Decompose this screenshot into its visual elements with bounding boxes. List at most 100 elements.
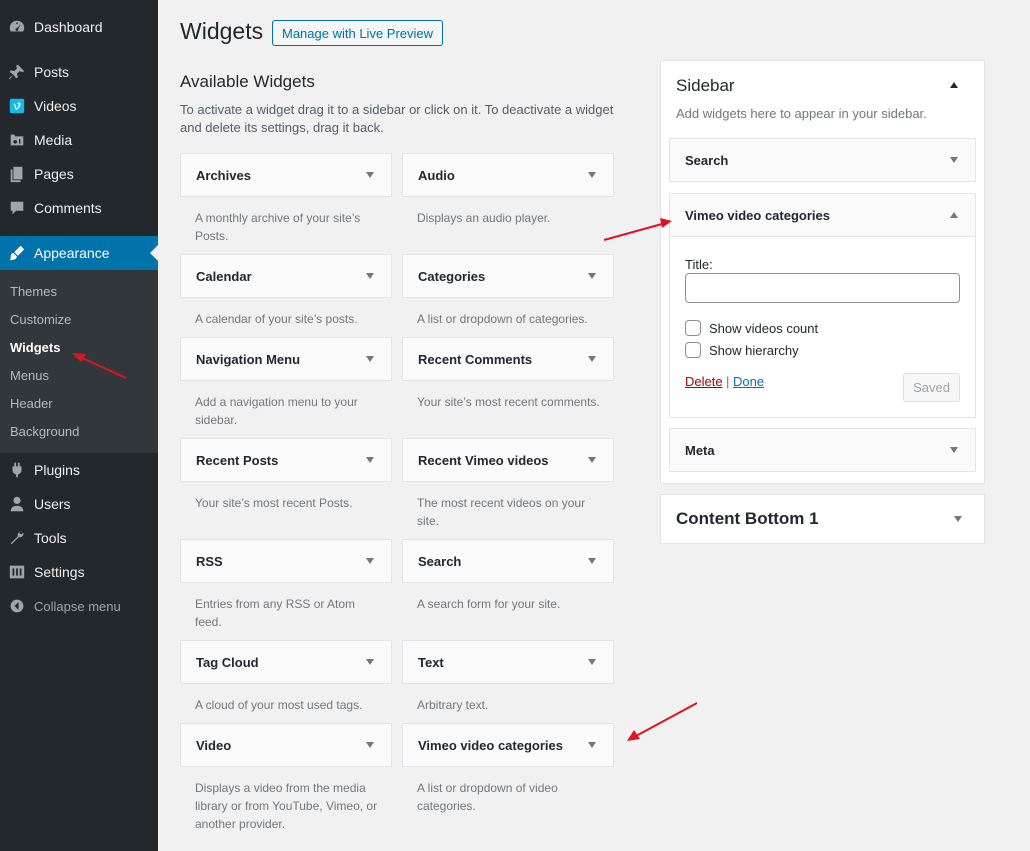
- menu-label-appearance: Appearance: [34, 245, 110, 261]
- caret-up-icon[interactable]: [950, 82, 958, 88]
- widget-title: Navigation Menu: [196, 351, 301, 367]
- sidebar-widget-search[interactable]: Search: [669, 138, 976, 182]
- widget-recent-comments[interactable]: Recent Comments: [402, 337, 614, 381]
- widget-calendar[interactable]: Calendar: [180, 254, 392, 298]
- menu-item-videos[interactable]: Videos: [0, 89, 158, 123]
- widget-archives[interactable]: Archives: [180, 153, 392, 197]
- widget-description: A list or dropdown of video categories.: [417, 781, 558, 813]
- widget-recent-vimeo-videos[interactable]: Recent Vimeo videos: [402, 438, 614, 482]
- widget-tag-cloud[interactable]: Tag Cloud: [180, 640, 392, 684]
- widget-categories[interactable]: Categories: [402, 254, 614, 298]
- widget-title: Recent Comments: [418, 351, 533, 367]
- manage-live-preview-button[interactable]: Manage with Live Preview: [272, 20, 444, 46]
- caret-down-icon[interactable]: [588, 558, 596, 564]
- caret-down-icon[interactable]: [588, 457, 596, 463]
- widget-description: Entries from any RSS or Atom feed.: [195, 597, 356, 629]
- show-videos-count-label[interactable]: Show videos count: [709, 321, 818, 336]
- available-widgets-title: Available Widgets: [180, 72, 315, 91]
- collapse-menu-button[interactable]: Collapse menu: [0, 589, 158, 623]
- user-icon: [0, 495, 34, 513]
- widget-description: A calendar of your site’s posts.: [195, 312, 358, 326]
- caret-down-icon[interactable]: [588, 172, 596, 178]
- submenu-themes[interactable]: Themes: [10, 284, 57, 299]
- widget-title: Calendar: [196, 268, 252, 284]
- widget-recent-posts[interactable]: Recent Posts: [180, 438, 392, 482]
- menu-item-settings[interactable]: Settings: [0, 555, 158, 589]
- submenu-customize[interactable]: Customize: [10, 312, 71, 327]
- caret-down-icon[interactable]: [366, 273, 374, 279]
- widget-description: A list or dropdown of categories.: [417, 312, 588, 326]
- caret-down-icon[interactable]: [588, 273, 596, 279]
- content-bottom-title: Content Bottom 1: [676, 509, 819, 528]
- caret-down-icon[interactable]: [588, 742, 596, 748]
- show-videos-count-checkbox[interactable]: [685, 320, 701, 336]
- caret-down-icon[interactable]: [950, 447, 958, 453]
- caret-down-icon[interactable]: [950, 157, 958, 163]
- caret-down-icon[interactable]: [954, 516, 962, 522]
- menu-item-users[interactable]: Users: [0, 487, 158, 521]
- show-hierarchy-label[interactable]: Show hierarchy: [709, 343, 799, 358]
- caret-down-icon[interactable]: [366, 172, 374, 178]
- pages-icon: [0, 165, 34, 183]
- caret-down-icon[interactable]: [588, 356, 596, 362]
- caret-down-icon[interactable]: [588, 659, 596, 665]
- submenu-menus[interactable]: Menus: [10, 368, 49, 383]
- sidebar-widget-vimeo-header[interactable]: Vimeo video categories: [669, 193, 976, 237]
- caret-down-icon[interactable]: [366, 457, 374, 463]
- sidebar-area-title[interactable]: Sidebar: [676, 76, 735, 96]
- submenu-widgets[interactable]: Widgets: [10, 340, 60, 355]
- widget-title: Audio: [418, 167, 455, 183]
- menu-item-tools[interactable]: Tools: [0, 521, 158, 555]
- delete-link[interactable]: Delete: [685, 374, 723, 389]
- menu-item-plugins[interactable]: Plugins: [0, 453, 158, 487]
- caret-down-icon[interactable]: [366, 558, 374, 564]
- widget-title: Vimeo video categories: [685, 207, 830, 223]
- menu-label-tools: Tools: [34, 530, 67, 546]
- collapse-arrow-icon: [0, 598, 34, 614]
- content-bottom-widget-area[interactable]: Content Bottom 1: [660, 494, 985, 544]
- done-link[interactable]: Done: [733, 374, 764, 389]
- title-input[interactable]: [685, 273, 960, 303]
- caret-down-icon[interactable]: [366, 742, 374, 748]
- menu-item-appearance[interactable]: Appearance: [0, 236, 158, 270]
- caret-down-icon[interactable]: [366, 356, 374, 362]
- widget-audio[interactable]: Audio: [402, 153, 614, 197]
- menu-item-pages[interactable]: Pages: [0, 157, 158, 191]
- menu-label-plugins: Plugins: [34, 462, 80, 478]
- widget-description: Arbitrary text.: [417, 698, 489, 712]
- widget-video[interactable]: Video: [180, 723, 392, 767]
- comment-icon: [0, 199, 34, 217]
- menu-label-pages: Pages: [34, 166, 74, 182]
- widget-vimeo-video-categories[interactable]: Vimeo video categories: [402, 723, 614, 767]
- menu-item-posts[interactable]: Posts: [0, 55, 158, 89]
- saved-button[interactable]: Saved: [903, 373, 960, 402]
- plug-icon: [0, 461, 34, 479]
- widget-title: Text: [418, 654, 444, 670]
- widget-description: A cloud of your most used tags.: [195, 698, 363, 712]
- menu-label-media: Media: [34, 132, 73, 148]
- submenu-background[interactable]: Background: [10, 424, 79, 439]
- menu-item-comments[interactable]: Comments: [0, 191, 158, 225]
- widget-description: A search form for your site.: [417, 597, 561, 611]
- menu-item-media[interactable]: Media: [0, 123, 158, 157]
- caret-up-icon[interactable]: [950, 212, 958, 218]
- menu-item-dashboard[interactable]: Dashboard: [0, 10, 158, 44]
- caret-down-icon[interactable]: [366, 659, 374, 665]
- widget-rss[interactable]: RSS: [180, 539, 392, 583]
- available-widgets-description: To activate a widget drag it to a sideba…: [180, 102, 614, 135]
- widget-navigation-menu[interactable]: Navigation Menu: [180, 337, 392, 381]
- menu-label-videos: Videos: [34, 98, 77, 114]
- widget-title: Recent Vimeo videos: [418, 452, 549, 468]
- menu-label-users: Users: [34, 496, 71, 512]
- widget-text[interactable]: Text: [402, 640, 614, 684]
- dashboard-icon: [0, 18, 34, 36]
- show-hierarchy-checkbox[interactable]: [685, 342, 701, 358]
- sidebar-widget-meta[interactable]: Meta: [669, 428, 976, 472]
- menu-label-collapse: Collapse menu: [34, 598, 121, 614]
- vimeo-icon: [0, 97, 34, 115]
- widget-search[interactable]: Search: [402, 539, 614, 583]
- widget-description: Displays an audio player.: [417, 211, 551, 225]
- submenu-header[interactable]: Header: [10, 396, 53, 411]
- admin-menu: Dashboard Posts Videos Media Pages Comme…: [0, 0, 158, 851]
- page-title: Widgets: [180, 18, 264, 44]
